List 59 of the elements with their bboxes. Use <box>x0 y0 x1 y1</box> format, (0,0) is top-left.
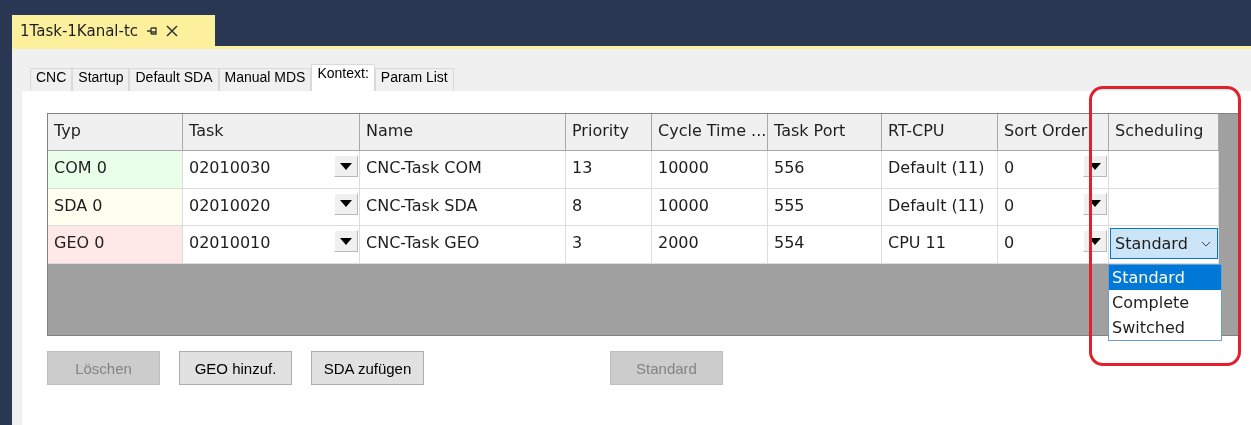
column-header[interactable]: RT-CPU <box>882 114 998 151</box>
dropdown-option[interactable]: Standard <box>1109 265 1221 290</box>
caret-icon <box>1089 237 1101 245</box>
table-cell: GEO 0 <box>48 226 183 264</box>
table-cell: 0 <box>998 226 1109 264</box>
table-cell: 2000 <box>652 226 768 264</box>
action-button[interactable]: SDA zufügen <box>311 351 424 385</box>
column-header[interactable]: Priority <box>566 114 652 151</box>
column-header[interactable]: Task <box>183 114 360 151</box>
caret-icon <box>1089 200 1101 207</box>
column-header[interactable]: Task Port <box>768 114 882 151</box>
caret-icon <box>1089 162 1101 170</box>
dropdown-option[interactable]: Complete <box>1109 290 1221 315</box>
close-icon[interactable] <box>166 24 179 37</box>
table-cell: SDA 0 <box>48 188 183 226</box>
table-cell: 10000 <box>652 188 768 226</box>
table-cell: Default (11) <box>882 188 998 226</box>
caret-icon <box>340 200 352 207</box>
tab[interactable]: Manual MDS <box>218 68 312 91</box>
scheduling-dropdown[interactable]: Standard <box>1110 228 1218 259</box>
dropdown-button[interactable] <box>334 155 358 177</box>
table-cell: 13 <box>566 151 652 189</box>
chevron-icon <box>1201 240 1211 247</box>
table-cell: 0 <box>998 188 1109 226</box>
table-cell: 554 <box>768 226 882 264</box>
caret-icon <box>340 237 352 245</box>
pin-icon[interactable] <box>146 25 159 36</box>
column-header[interactable]: Typ <box>48 114 183 151</box>
action-button[interactable]: GEO hinzuf. <box>179 351 292 385</box>
table-cell: 02010030 <box>183 151 360 189</box>
table-cell: CNC-Task GEO <box>360 226 566 264</box>
document-tab[interactable]: 1Task-1Kanal-tc <box>12 15 215 46</box>
column-header[interactable]: Name <box>360 114 566 151</box>
table-cell: Default (11) <box>882 151 998 189</box>
table-cell: 555 <box>768 188 882 226</box>
table-cell: 02010010 <box>183 226 360 264</box>
dropdown-button[interactable] <box>334 230 358 252</box>
column-header[interactable]: Sort Order <box>998 114 1109 151</box>
column-header[interactable]: Scheduling <box>1109 114 1219 151</box>
table-cell: 3 <box>566 226 652 264</box>
table-cell: CPU 11 <box>882 226 998 264</box>
table-cell: CNC-Task SDA <box>360 188 566 226</box>
table-cell: 02010020 <box>183 188 360 226</box>
tab[interactable]: Default SDA <box>129 68 219 91</box>
table-cell: CNC-Task COM <box>360 151 566 189</box>
column-header[interactable]: Cycle Time ... <box>652 114 768 151</box>
table-cell: 8 <box>566 188 652 226</box>
table-cell: 556 <box>768 151 882 189</box>
tab[interactable]: CNC <box>30 68 73 91</box>
table-cell: 10000 <box>652 151 768 189</box>
tab[interactable]: Param List <box>374 68 454 91</box>
table-cell: 0 <box>998 151 1109 189</box>
document-title: 1Task-1Kanal-tc <box>20 21 139 40</box>
tab[interactable]: Startup <box>72 68 130 91</box>
dropdown-button[interactable] <box>334 192 358 215</box>
caret-icon <box>340 162 352 170</box>
table-cell: COM 0 <box>48 151 183 189</box>
tab[interactable]: Kontext: <box>311 64 375 91</box>
dropdown-option[interactable]: Switched <box>1109 315 1221 340</box>
